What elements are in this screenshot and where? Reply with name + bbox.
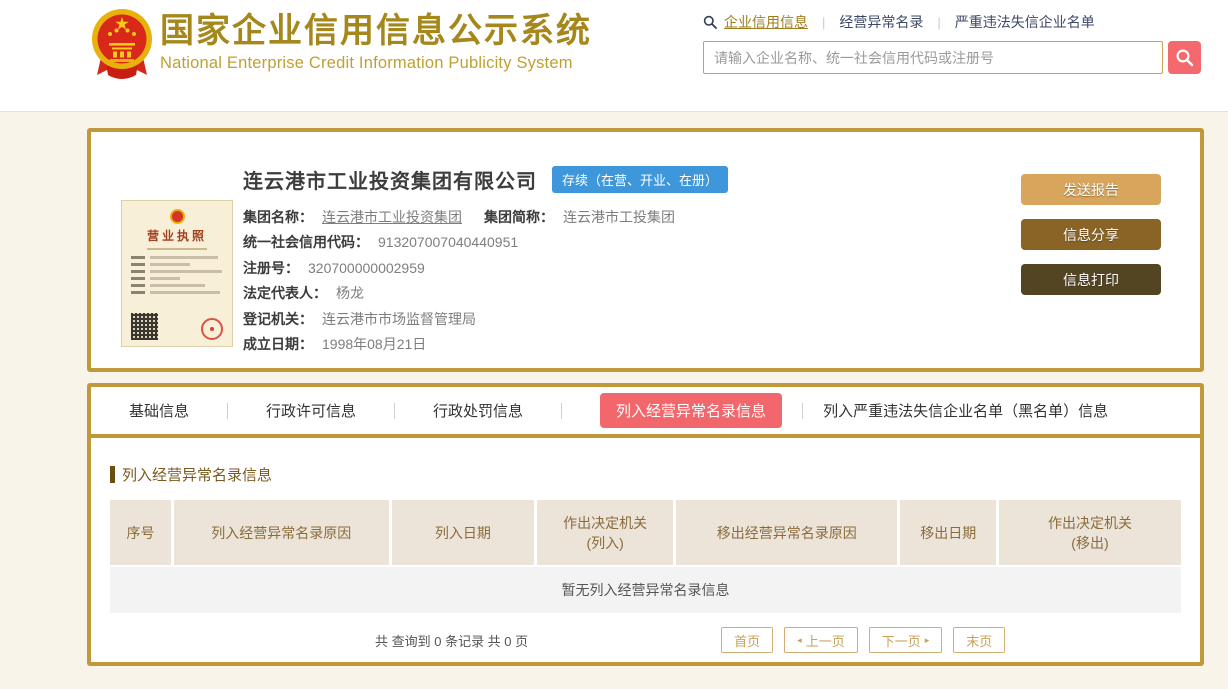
nav-separator: | (822, 15, 825, 30)
field-label: 集团简称： (484, 207, 554, 227)
license-red-seal (201, 318, 223, 340)
search-bar (703, 41, 1208, 74)
license-subtitle-line (147, 248, 207, 250)
field-registration-authority: 登记机关： 连云港市市场监督管理局 (243, 306, 1003, 332)
tab-admin-license[interactable]: 行政许可信息 (266, 400, 356, 421)
search-button[interactable] (1168, 41, 1201, 74)
prev-arrow-icon: ◂ (797, 636, 802, 645)
tab-admin-penalty[interactable]: 行政处罚信息 (433, 400, 523, 421)
tab-divider (802, 403, 803, 419)
group-name-link[interactable]: 连云港市工业投资集团 (322, 207, 462, 227)
search-type-nav: 企业信用信息 | 经营异常名录 | 严重违法失信企业名单 (703, 12, 1208, 32)
tab-bar: 基础信息 行政许可信息 行政处罚信息 列入经营异常名录信息 列入严重违法失信企业… (91, 387, 1200, 438)
col-header-index: 序号 (110, 500, 171, 565)
field-label: 集团名称： (243, 207, 313, 227)
tab-divider (561, 403, 562, 419)
prev-page-button[interactable]: ◂ 上一页 (784, 627, 858, 653)
field-legal-representative: 法定代表人： 杨龙 (243, 281, 1003, 307)
site-title-block: 国家企业信用信息公示系统 National Enterprise Credit … (160, 11, 592, 73)
field-label: 注册号： (243, 258, 299, 278)
field-label: 成立日期： (243, 334, 313, 354)
business-license-image: 营业执照 (121, 200, 233, 347)
last-page-button[interactable]: 末页 (953, 627, 1005, 653)
field-label: 统一社会信用代码： (243, 232, 369, 252)
tab-basic-info[interactable]: 基础信息 (129, 400, 189, 421)
field-establishment-date: 成立日期： 1998年08月21日 (243, 332, 1003, 358)
national-emblem-logo (90, 7, 154, 81)
field-group-name: 集团名称： 连云港市工业投资集团 集团简称： 连云港市工投集团 (243, 204, 1003, 230)
field-value: 1998年08月21日 (322, 334, 426, 354)
nav-link-enterprise-credit[interactable]: 企业信用信息 (724, 12, 808, 32)
first-page-button[interactable]: 首页 (721, 627, 773, 653)
nav-separator: | (937, 15, 940, 30)
site-subtitle: National Enterprise Credit Information P… (160, 54, 592, 73)
search-icon (703, 15, 717, 29)
tab-divider (394, 403, 395, 419)
company-name: 连云港市工业投资集团有限公司 (243, 165, 537, 194)
search-button-icon (1175, 48, 1194, 67)
company-actions: 发送报告 信息分享 信息打印 (1021, 174, 1161, 295)
header-search-area: 企业信用信息 | 经营异常名录 | 严重违法失信企业名单 (703, 12, 1208, 74)
section-title: 列入经营异常名录信息 (110, 464, 1181, 485)
field-value: 320700000002959 (308, 260, 425, 276)
company-details: 连云港市工业投资集团有限公司 存续（在营、开业、在册） 集团名称： 连云港市工业… (243, 132, 1003, 357)
section-title-bar (110, 466, 115, 483)
next-arrow-icon: ▸ (925, 636, 930, 645)
company-status-badge: 存续（在营、开业、在册） (552, 166, 728, 193)
col-header-removal-reason: 移出经营异常名录原因 (676, 500, 897, 565)
col-header-removal-authority: 作出决定机关(移出) (999, 500, 1181, 565)
nav-link-abnormal-list[interactable]: 经营异常名录 (839, 12, 923, 32)
share-info-button[interactable]: 信息分享 (1021, 219, 1161, 250)
field-value: 杨龙 (336, 283, 364, 303)
pagination: 共 查询到 0 条记录 共 0 页 首页 ◂ 上一页 下一页 ▸ 末页 (110, 627, 1181, 653)
send-report-button[interactable]: 发送报告 (1021, 174, 1161, 205)
company-info-card: 营业执照 连云港市工业投资集团有限公司 存续（在营、开业、在册） 集团名称： 连… (87, 128, 1204, 372)
print-info-button[interactable]: 信息打印 (1021, 264, 1161, 295)
field-registration-number: 注册号： 320700000002959 (243, 255, 1003, 281)
site-header: 国家企业信用信息公示系统 National Enterprise Credit … (0, 0, 1228, 112)
field-label: 法定代表人： (243, 283, 327, 303)
field-value: 913207007040440951 (378, 234, 518, 250)
nav-link-blacklist[interactable]: 严重违法失信企业名单 (955, 12, 1095, 32)
field-value: 连云港市市场监督管理局 (322, 309, 476, 329)
tab-divider (227, 403, 228, 419)
record-count-summary: 共 查询到 0 条记录 共 0 页 (375, 631, 528, 650)
tab-abnormal-list[interactable]: 列入经营异常名录信息 (600, 393, 782, 428)
table-header-row: 序号 列入经营异常名录原因 列入日期 作出决定机关(列入) 移出经营异常名录原因… (110, 500, 1181, 565)
col-header-listing-date: 列入日期 (392, 500, 535, 565)
next-page-button[interactable]: 下一页 ▸ (869, 627, 943, 653)
table-empty-state: 暂无列入经营异常名录信息 (110, 567, 1181, 613)
license-emblem-icon (170, 209, 185, 224)
tab-blacklist[interactable]: 列入严重违法失信企业名单（黑名单）信息 (823, 400, 1108, 421)
license-qr-code (131, 313, 158, 340)
detail-card: 基础信息 行政许可信息 行政处罚信息 列入经营异常名录信息 列入严重违法失信企业… (87, 383, 1204, 666)
col-header-listing-authority: 作出决定机关(列入) (537, 500, 673, 565)
search-input[interactable] (703, 41, 1163, 74)
tab-content: 列入经营异常名录信息 序号 列入经营异常名录原因 列入日期 作出决定机关(列入)… (91, 464, 1200, 653)
col-header-removal-date: 移出日期 (900, 500, 995, 565)
site-title: 国家企业信用信息公示系统 (160, 11, 592, 51)
field-value: 连云港市工投集团 (563, 207, 675, 227)
license-title: 营业执照 (131, 227, 223, 244)
field-credit-code: 统一社会信用代码： 913207007040440951 (243, 230, 1003, 256)
section-title-text: 列入经营异常名录信息 (122, 464, 272, 485)
col-header-listing-reason: 列入经营异常名录原因 (174, 500, 389, 565)
field-label: 登记机关： (243, 309, 313, 329)
